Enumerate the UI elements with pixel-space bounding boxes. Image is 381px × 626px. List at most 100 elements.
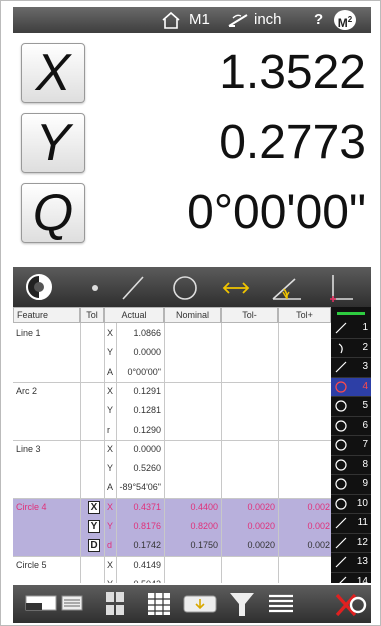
line-icon bbox=[335, 322, 347, 334]
view-toggle-icon[interactable] bbox=[25, 595, 59, 613]
feature-list-item[interactable]: 12 bbox=[331, 534, 371, 553]
distance-icon[interactable] bbox=[219, 267, 253, 307]
feature-list-item[interactable]: 9 bbox=[331, 475, 371, 495]
actual-value: 0°00'00" bbox=[127, 366, 161, 377]
actual-value: 0.0000 bbox=[133, 443, 161, 454]
feature-list-item[interactable]: 1 bbox=[331, 319, 371, 339]
axis-label: X bbox=[107, 328, 114, 338]
probe-icon[interactable] bbox=[21, 267, 57, 307]
axis-y-button[interactable]: Y bbox=[21, 113, 85, 173]
group-divider bbox=[13, 497, 331, 499]
feature-number: 6 bbox=[362, 419, 368, 431]
actual-value: 0.1291 bbox=[133, 385, 161, 396]
group-divider bbox=[13, 555, 331, 557]
measure-toolbar bbox=[13, 267, 371, 307]
import-icon[interactable] bbox=[183, 595, 217, 613]
actual-value: 0.8176 bbox=[133, 521, 161, 531]
circle-icon bbox=[335, 439, 347, 451]
feature-list-item[interactable]: 5 bbox=[331, 397, 371, 417]
feature-number: 9 bbox=[362, 478, 368, 489]
results-table: Feature Tol Actual Nominal Tol- Tol+ Lin… bbox=[13, 307, 331, 583]
actual-value: 0.1742 bbox=[133, 540, 161, 551]
col-header-nominal[interactable]: Nominal bbox=[164, 307, 221, 323]
help-button[interactable]: ? bbox=[314, 11, 323, 28]
feature-list-item[interactable]: 14 bbox=[331, 573, 371, 584]
feature-list-item[interactable]: 6 bbox=[331, 417, 371, 436]
col-header-tol-minus[interactable]: Tol- bbox=[221, 307, 278, 323]
actual-value: 0.5260 bbox=[133, 463, 161, 474]
feature-list-item[interactable]: 4 bbox=[331, 377, 371, 397]
arc-icon bbox=[338, 342, 343, 353]
feature-number: 8 bbox=[362, 458, 368, 470]
feature-number: 13 bbox=[356, 556, 368, 567]
actual-value: 0.4149 bbox=[133, 559, 161, 570]
axis-label: X bbox=[107, 385, 114, 396]
col-header-actual[interactable]: Actual bbox=[104, 307, 164, 323]
list-indicator bbox=[337, 312, 365, 315]
circle-icon bbox=[335, 458, 347, 471]
app-frame: M1 inch ? M2 X 1.3522 Y 0.2773 Q 0°00'00… bbox=[0, 0, 381, 626]
axis-label: A bbox=[107, 366, 114, 377]
home-icon[interactable] bbox=[161, 11, 181, 29]
axis-label: Y bbox=[107, 347, 114, 358]
menu-icon[interactable] bbox=[267, 593, 295, 615]
bottom-bar bbox=[13, 585, 371, 623]
axis-label: d bbox=[107, 540, 113, 551]
funnel-icon[interactable] bbox=[227, 590, 257, 618]
feature-list-item[interactable]: 13 bbox=[331, 553, 371, 573]
col-header-tol[interactable]: Tol bbox=[80, 307, 104, 323]
point-icon[interactable] bbox=[83, 267, 107, 307]
col-header-tol-plus[interactable]: Tol+ bbox=[278, 307, 331, 323]
axis-x-button[interactable]: X bbox=[21, 43, 85, 103]
skew-icon[interactable] bbox=[325, 267, 355, 307]
feature-list: 1 2 3 4 5 6 7 8 9 10 11 12 13 14 bbox=[331, 307, 371, 583]
clear-icon[interactable] bbox=[331, 590, 367, 620]
group-divider bbox=[13, 439, 331, 441]
circle-icon bbox=[335, 400, 347, 412]
axis-label: Y bbox=[107, 405, 114, 416]
axis-q-button[interactable]: Q bbox=[21, 183, 85, 243]
line-icon[interactable] bbox=[117, 267, 149, 307]
feature-list-item[interactable]: 10 bbox=[331, 495, 371, 514]
mode-label[interactable]: M1 bbox=[189, 11, 210, 28]
column-divider bbox=[80, 323, 81, 583]
tolerance-toggle[interactable]: X bbox=[88, 500, 100, 514]
axis-q-value: 0°00'00" bbox=[187, 186, 366, 239]
units-label[interactable]: inch bbox=[254, 11, 282, 28]
memory-badge[interactable]: M2 bbox=[334, 10, 356, 30]
feature-list-item[interactable]: 3 bbox=[331, 358, 371, 378]
tolerance-toggle[interactable]: Y bbox=[88, 520, 100, 533]
feature-number: 12 bbox=[356, 536, 368, 548]
axis-label: X bbox=[107, 501, 114, 512]
axis-label: r bbox=[107, 424, 110, 435]
grid-icon[interactable] bbox=[147, 592, 171, 616]
circle-icon bbox=[335, 380, 347, 393]
feature-list-item[interactable]: 7 bbox=[331, 436, 371, 456]
tolerance-toggle[interactable]: D bbox=[88, 539, 100, 553]
angle-icon[interactable] bbox=[269, 267, 305, 307]
feature-list-item[interactable]: 11 bbox=[331, 514, 371, 534]
list-view-icon[interactable] bbox=[61, 595, 83, 613]
feature-number: 2 bbox=[362, 341, 368, 353]
line-icon bbox=[335, 517, 347, 529]
status-bar: M1 inch ? M2 bbox=[13, 7, 371, 33]
feature-number: 14 bbox=[356, 575, 368, 584]
feature-list-item[interactable]: 8 bbox=[331, 456, 371, 475]
feature-number: 10 bbox=[356, 497, 368, 509]
angle-units-icon[interactable] bbox=[227, 12, 249, 28]
feature-number: 11 bbox=[357, 517, 368, 528]
line-icon bbox=[338, 576, 347, 583]
report-icon[interactable] bbox=[105, 591, 125, 617]
feature-name: Line 3 bbox=[16, 443, 41, 454]
line-icon bbox=[335, 361, 347, 373]
feature-name: Arc 2 bbox=[16, 385, 38, 396]
feature-list-item[interactable]: 2 bbox=[331, 339, 371, 358]
circle-icon[interactable] bbox=[169, 267, 201, 307]
axis-label: X bbox=[107, 559, 114, 570]
actual-value: 0.4371 bbox=[133, 501, 161, 512]
tol-plus-value: 0.002 bbox=[307, 521, 330, 531]
col-header-feature[interactable]: Feature bbox=[13, 307, 80, 323]
feature-name: Circle 5 bbox=[16, 559, 47, 570]
tol-minus-value: 0.0020 bbox=[247, 540, 275, 551]
axis-label: X bbox=[107, 443, 114, 454]
